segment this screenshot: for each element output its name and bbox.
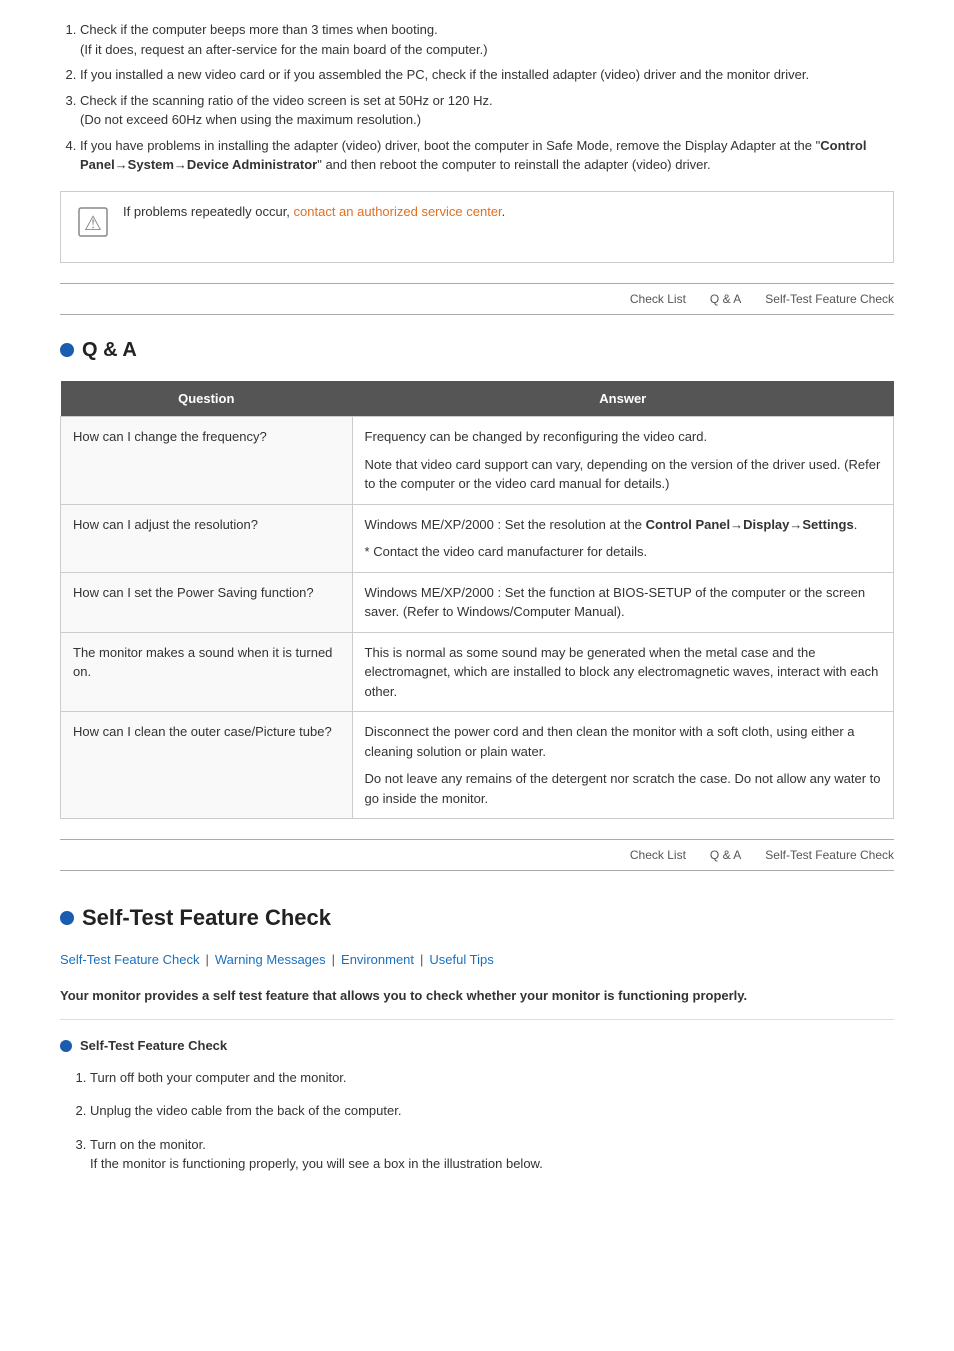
sub-link-environment[interactable]: Environment	[341, 950, 414, 970]
qa-col-question: Question	[61, 381, 353, 417]
sub-blue-dot	[60, 1040, 72, 1052]
self-test-blue-dot	[60, 911, 74, 925]
step-item: Turn off both your computer and the moni…	[90, 1068, 894, 1088]
self-test-heading-section: Self-Test Feature Check	[60, 901, 894, 934]
top-section: Check if the computer beeps more than 3 …	[60, 20, 894, 263]
qa-question: How can I adjust the resolution?	[61, 504, 353, 572]
self-test-section: Self-Test Feature Check Self-Test Featur…	[60, 901, 894, 1174]
sub-link-warning[interactable]: Warning Messages	[215, 950, 326, 970]
sub-link-useful-tips[interactable]: Useful Tips	[429, 950, 493, 970]
qa-answer: This is normal as some sound may be gene…	[352, 632, 893, 712]
qa-question: How can I set the Power Saving function?	[61, 572, 353, 632]
notice-box: ⚠ If problems repeatedly occur, contact …	[60, 191, 894, 263]
step-item: Unplug the video cable from the back of …	[90, 1101, 894, 1121]
nav-qa-1[interactable]: Q & A	[710, 290, 741, 308]
list-item: If you installed a new video card or if …	[80, 65, 894, 85]
qa-heading: Q & A	[82, 335, 137, 365]
nav-checklist-2[interactable]: Check List	[630, 846, 686, 864]
sub-links: Self-Test Feature Check | Warning Messag…	[60, 950, 894, 970]
list-item: Check if the scanning ratio of the video…	[80, 91, 894, 130]
nav-qa-2[interactable]: Q & A	[710, 846, 741, 864]
svg-text:⚠: ⚠	[84, 213, 102, 235]
qa-table: Question Answer How can I change the fre…	[60, 381, 894, 820]
qa-answer: Frequency can be changed by reconfigurin…	[352, 417, 893, 505]
self-test-heading: Self-Test Feature Check	[82, 901, 331, 934]
qa-col-answer: Answer	[352, 381, 893, 417]
qa-answer: Windows ME/XP/2000 : Set the function at…	[352, 572, 893, 632]
self-test-intro: Your monitor provides a self test featur…	[60, 986, 894, 1021]
sub-heading-text: Self-Test Feature Check	[80, 1036, 227, 1056]
nav-bar-2: Check List Q & A Self-Test Feature Check	[60, 839, 894, 871]
nav-selftest-1[interactable]: Self-Test Feature Check	[765, 290, 894, 308]
notice-text: If problems repeatedly occur, contact an…	[123, 202, 505, 222]
nav-selftest-2[interactable]: Self-Test Feature Check	[765, 846, 894, 864]
steps-list: Turn off both your computer and the moni…	[60, 1068, 894, 1174]
service-center-link[interactable]: contact an authorized service center	[294, 204, 502, 219]
self-test-sub-heading: Self-Test Feature Check	[60, 1036, 894, 1056]
nav-bar-1: Check List Q & A Self-Test Feature Check	[60, 283, 894, 315]
warning-icon: ⚠	[75, 204, 111, 252]
sub-link-selftest[interactable]: Self-Test Feature Check	[60, 950, 199, 970]
qa-answer: Windows ME/XP/2000 : Set the resolution …	[352, 504, 893, 572]
nav-checklist-1[interactable]: Check List	[630, 290, 686, 308]
qa-heading-section: Q & A	[60, 335, 894, 365]
step-item: Turn on the monitor.If the monitor is fu…	[90, 1135, 894, 1174]
qa-blue-dot	[60, 343, 74, 357]
qa-answer: Disconnect the power cord and then clean…	[352, 712, 893, 819]
qa-question: The monitor makes a sound when it is tur…	[61, 632, 353, 712]
list-item: If you have problems in installing the a…	[80, 136, 894, 175]
qa-question: How can I clean the outer case/Picture t…	[61, 712, 353, 819]
list-item: Check if the computer beeps more than 3 …	[80, 20, 894, 59]
qa-question: How can I change the frequency?	[61, 417, 353, 505]
